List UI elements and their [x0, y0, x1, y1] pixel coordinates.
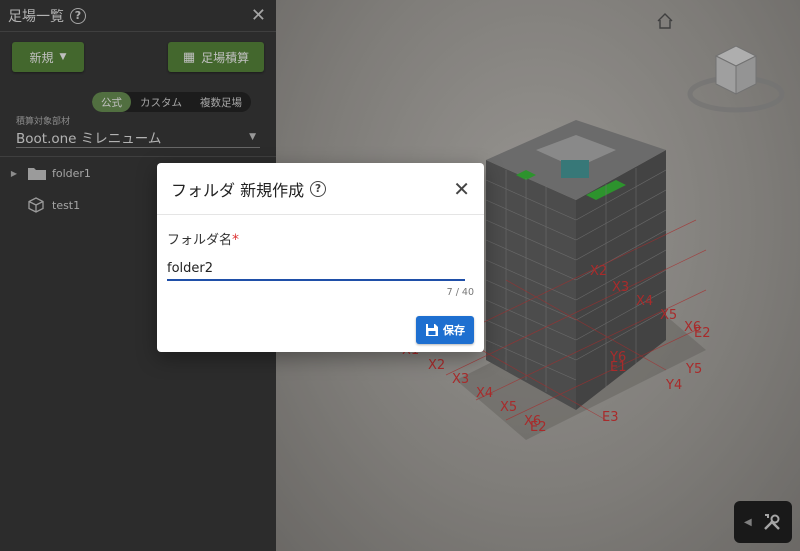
folder-name-label: フォルダ名* [167, 229, 239, 248]
save-button-label: 保存 [443, 324, 465, 337]
folder-name-input[interactable] [167, 257, 465, 281]
save-button[interactable]: 保存 [416, 316, 474, 344]
folder-name-label-text: フォルダ名 [167, 233, 233, 248]
required-mark: * [232, 232, 240, 248]
char-counter: 7 / 40 [446, 287, 474, 298]
help-icon[interactable]: ? [310, 180, 327, 197]
floppy-disk-icon [425, 323, 439, 337]
new-folder-dialog: フォルダ 新規作成 ? ✕ フォルダ名* 7 / 40 保存 [157, 163, 484, 352]
close-icon[interactable]: ✕ [453, 177, 470, 201]
dialog-header: フォルダ 新規作成 ? ✕ [157, 163, 484, 215]
dialog-title: フォルダ 新規作成 [171, 180, 305, 200]
